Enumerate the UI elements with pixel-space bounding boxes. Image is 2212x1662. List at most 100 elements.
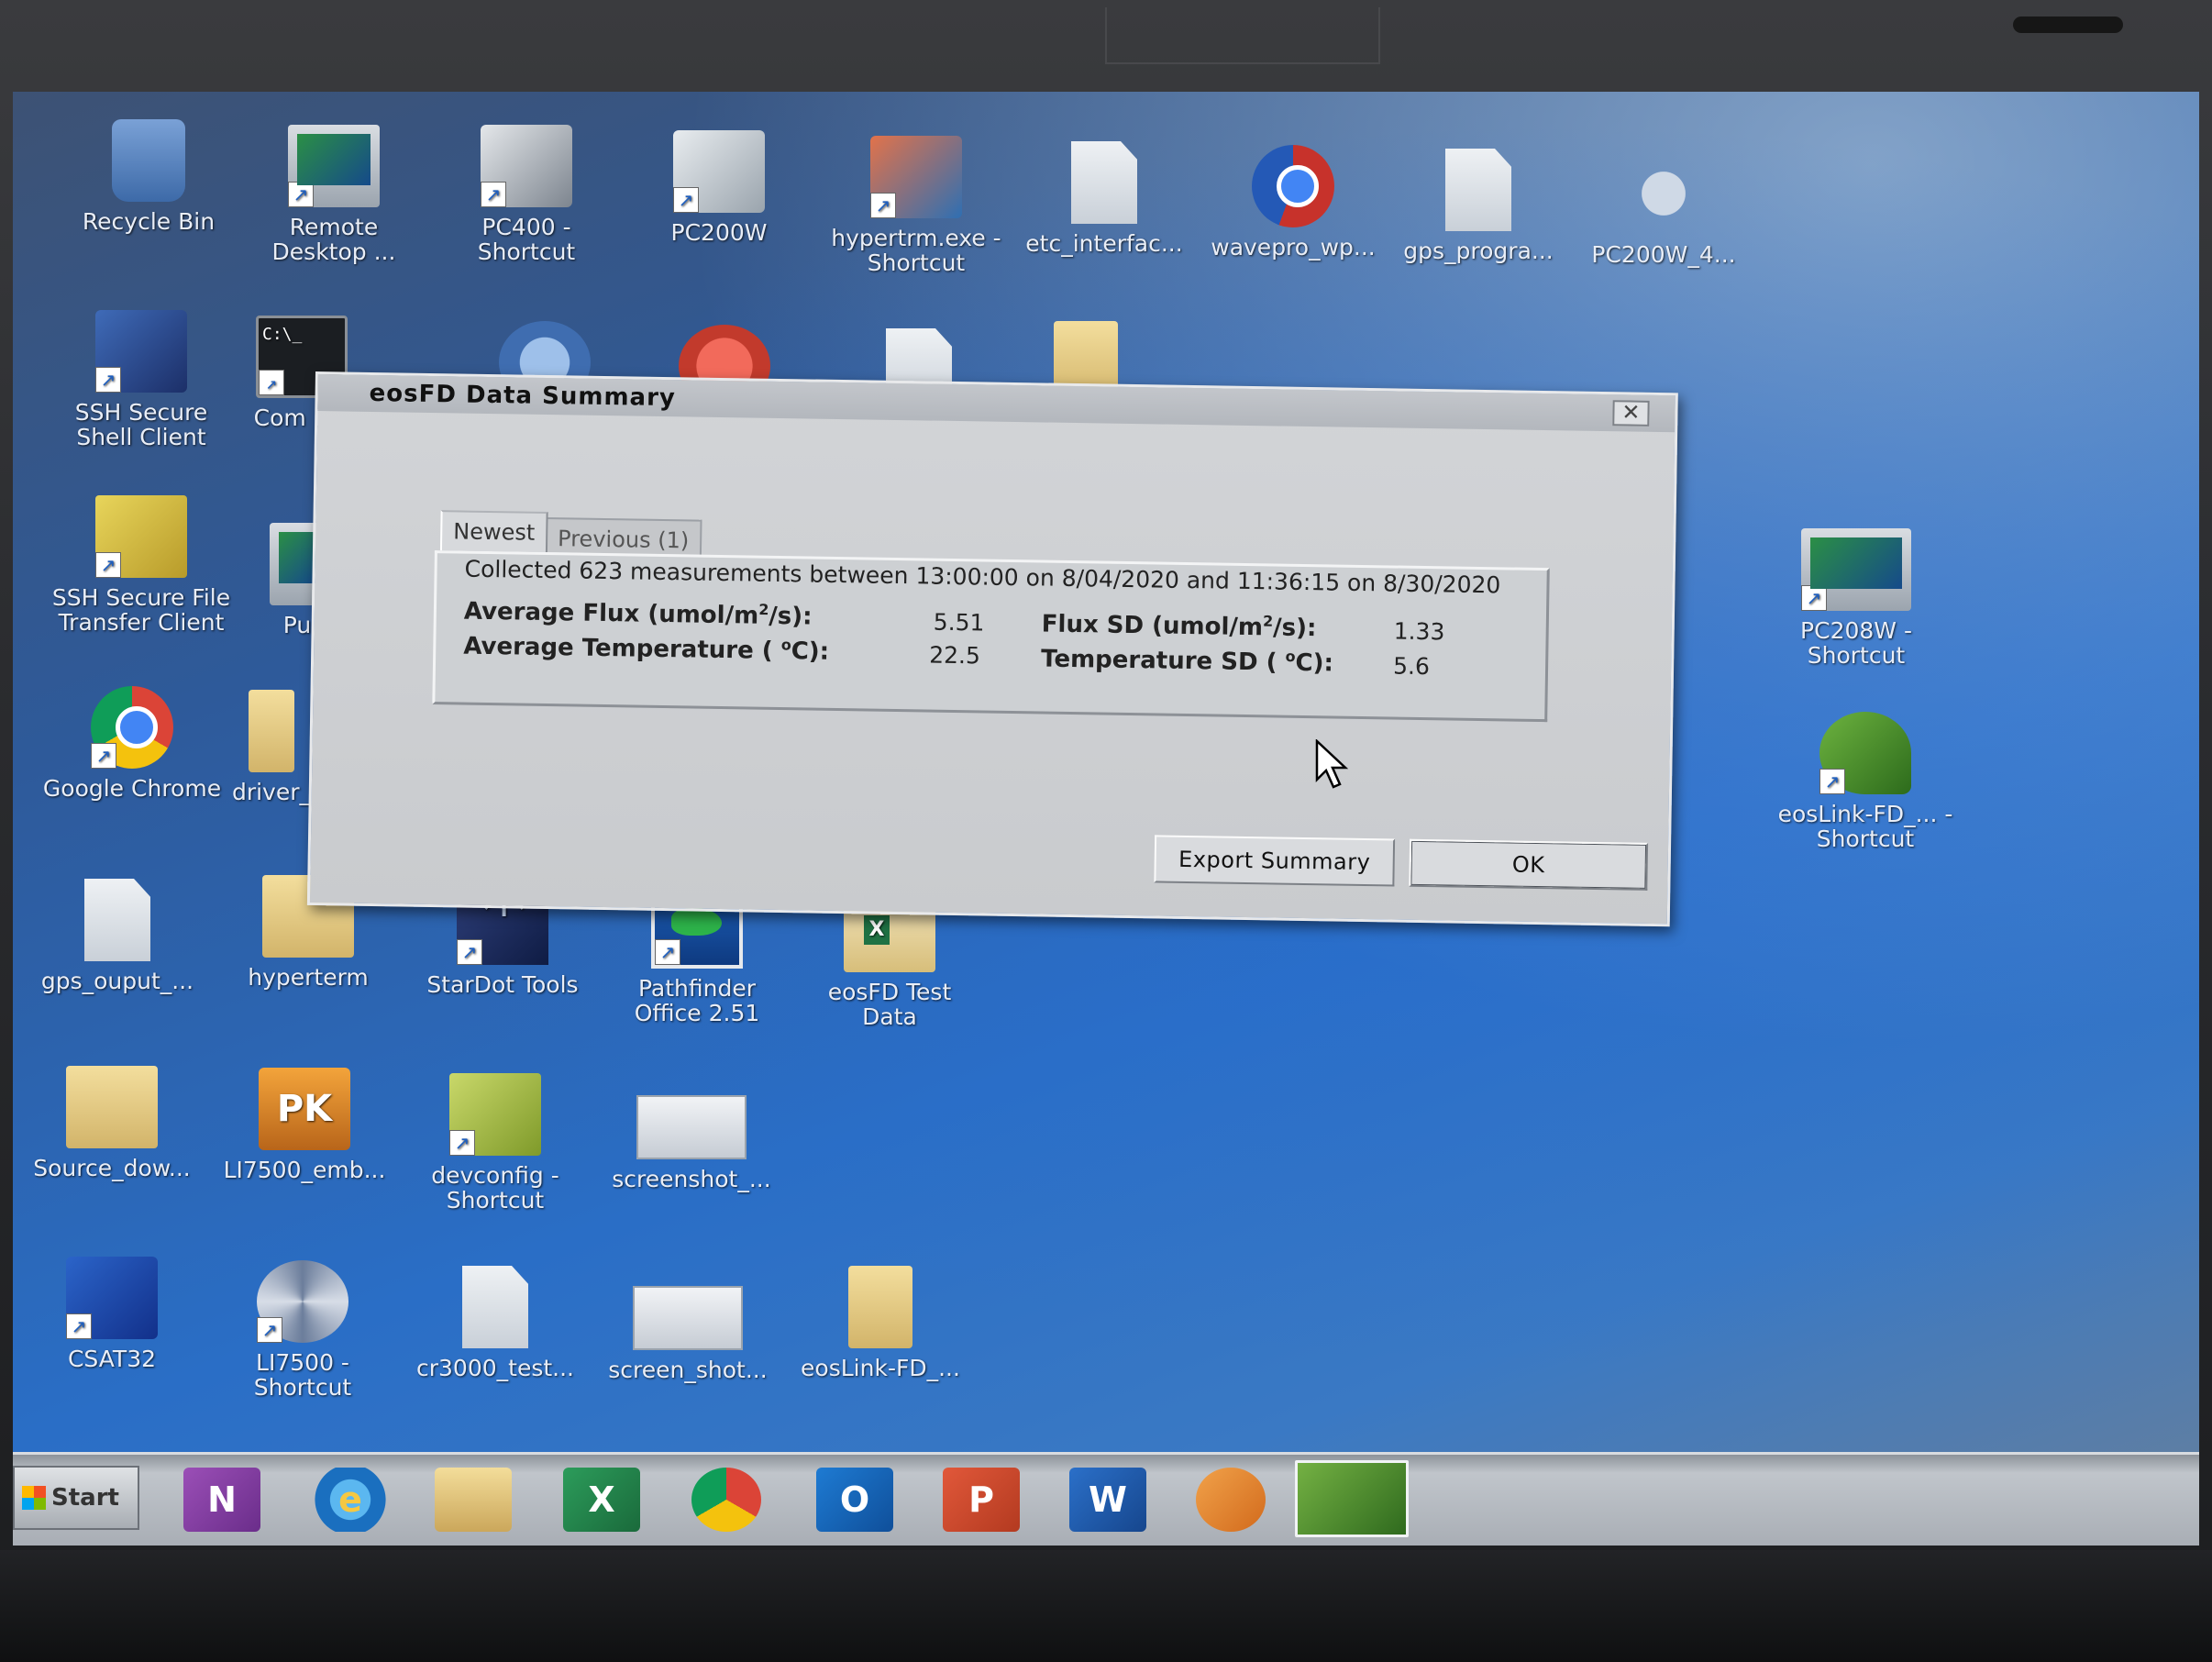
desktop-icon-pc200w-installer[interactable]: PC200W_4... xyxy=(1572,152,1755,267)
word-icon[interactable]: W xyxy=(1069,1468,1146,1532)
powerpoint-icon[interactable]: P xyxy=(943,1468,1020,1532)
csat32-icon: ↗ xyxy=(66,1257,158,1339)
desktop-icon-gps-program[interactable]: gps_progra... xyxy=(1387,149,1570,263)
ok-button[interactable]: OK xyxy=(1409,838,1649,891)
close-button[interactable]: ✕ xyxy=(1612,399,1650,427)
ssh-file-transfer-icon: ↗ xyxy=(95,495,187,578)
mouse-cursor-icon xyxy=(1315,739,1349,789)
desktop-icon-pc208w[interactable]: ↗ PC208W - Shortcut xyxy=(1764,528,1948,668)
icon-label: PC208W - Shortcut xyxy=(1800,617,1912,669)
start-label: Start xyxy=(51,1484,119,1512)
desktop-icon-eoslink-shortcut[interactable]: ↗ eosLink-FD_... - Shortcut xyxy=(1755,712,1975,851)
desktop-screen: Recycle Bin ↗ Remote Desktop ... ↗ PC400… xyxy=(13,92,2199,1546)
desktop-icon-screen-shot[interactable]: screen_shot... xyxy=(596,1268,780,1382)
desktop-icon-recycle-bin[interactable]: Recycle Bin xyxy=(57,119,240,234)
wavepro-icon xyxy=(1252,145,1334,227)
desktop-icon-cr3000-test[interactable]: cr3000_test... xyxy=(404,1266,587,1380)
media-player-icon[interactable] xyxy=(1196,1468,1266,1532)
desktop-icon-pc200w[interactable]: ↗ PC200W xyxy=(627,130,811,245)
folder-icon xyxy=(848,1266,912,1348)
hyperterminal-icon: ↗ xyxy=(870,136,962,218)
desktop-icon-driver[interactable]: driver_ xyxy=(226,690,317,804)
desktop-icon-li7500-embedded[interactable]: PK LI7500_emb... xyxy=(213,1068,396,1182)
windows-logo-icon xyxy=(22,1486,46,1510)
desktop-icon-remote-desktop[interactable]: ↗ Remote Desktop ... xyxy=(242,125,426,264)
pc208w-icon: ↗ xyxy=(1801,528,1911,611)
desktop-icon-ssh-client[interactable]: ↗ SSH Secure Shell Client xyxy=(50,310,233,449)
desktop-icon-google-chrome[interactable]: ↗ Google Chrome xyxy=(40,686,224,801)
screenshot-icon xyxy=(636,1095,747,1159)
folder-icon xyxy=(66,1066,158,1148)
outlook-icon[interactable]: O xyxy=(816,1468,893,1532)
bezel-slot xyxy=(2013,17,2123,33)
desktop-icon-ssh-file-transfer[interactable]: ↗ SSH Secure File Transfer Client xyxy=(31,495,251,635)
ssh-client-icon: ↗ xyxy=(95,310,187,393)
desktop-icon-csat32[interactable]: ↗ CSAT32 xyxy=(20,1257,204,1371)
flux-sd-value: 1.33 xyxy=(1393,617,1445,646)
export-summary-button[interactable]: Export Summary xyxy=(1154,835,1396,887)
pk-archive-icon: PK xyxy=(259,1068,350,1150)
icon-label: Recycle Bin xyxy=(82,208,216,235)
icon-label: LI7500 - Shortcut xyxy=(253,1349,352,1401)
eoslink-taskbar-icon[interactable] xyxy=(1295,1460,1409,1537)
taskbar: Start N e X O P W xyxy=(13,1452,2199,1546)
icon-label: StarDot Tools xyxy=(426,971,579,998)
icon-label: Google Chrome xyxy=(42,775,222,802)
icon-label: eosLink-FD_... xyxy=(801,1355,960,1381)
li7500-icon: ↗ xyxy=(257,1260,348,1343)
desktop-icon-pc400[interactable]: ↗ PC400 - Shortcut xyxy=(435,125,618,264)
desktop-icon-etc-interface[interactable]: etc_interfac... xyxy=(1012,141,1196,256)
desktop-icon-eoslink-folder[interactable]: eosLink-FD_... xyxy=(789,1266,972,1380)
flux-sd-label: Flux SD (umol/m2/s): xyxy=(1041,610,1317,643)
internet-explorer-icon[interactable]: e xyxy=(312,1468,389,1532)
icon-label: SSH Secure File Transfer Client xyxy=(51,584,231,636)
dialog-titlebar[interactable]: eosFD Data Summary ✕ xyxy=(317,374,1676,433)
summary-panel: Collected 623 measurements between 13:00… xyxy=(432,550,1550,723)
desktop-icon-li7500[interactable]: ↗ LI7500 - Shortcut xyxy=(211,1260,394,1400)
bezel-bottom xyxy=(0,1550,2212,1662)
icon-label: Pu xyxy=(282,612,312,638)
eoslink-icon: ↗ xyxy=(1819,712,1911,794)
close-icon: ✕ xyxy=(1621,399,1641,426)
collected-summary-text: Collected 623 measurements between 13:00… xyxy=(464,555,1501,599)
icon-label: LI7500_emb... xyxy=(223,1157,386,1183)
icon-label: gps_ouput_... xyxy=(40,968,194,994)
tab-newest[interactable]: Newest xyxy=(439,510,548,552)
pc200w-installer-icon xyxy=(1618,152,1709,235)
icon-label: PC200W xyxy=(670,219,768,246)
start-button[interactable]: Start xyxy=(13,1466,139,1530)
icon-label: Remote Desktop ... xyxy=(271,214,396,265)
tab-previous[interactable]: Previous (1) xyxy=(544,516,702,557)
folder-icon xyxy=(249,690,294,772)
icon-label: screenshot_... xyxy=(612,1166,771,1192)
desktop-icon-source-download[interactable]: Source_dow... xyxy=(20,1066,204,1180)
icon-label: CSAT32 xyxy=(67,1346,157,1372)
icon-label: cr3000_test... xyxy=(416,1355,574,1381)
document-icon xyxy=(462,1266,528,1348)
desktop-icon-screenshot[interactable]: screenshot_... xyxy=(600,1077,783,1191)
desktop-icon-hyperterminal[interactable]: ↗ hypertrm.exe - Shortcut xyxy=(811,136,1022,275)
document-icon xyxy=(1445,149,1511,231)
onenote-icon[interactable]: N xyxy=(183,1468,260,1532)
icon-label: hyperterm xyxy=(248,964,369,991)
icon-label: etc_interfac... xyxy=(1025,230,1183,257)
temperature-sd-value: 5.6 xyxy=(1392,652,1431,681)
icon-label: Pathfinder Office 2.51 xyxy=(634,975,760,1026)
icon-label: gps_progra... xyxy=(1403,238,1554,264)
desktop-icon-gps-output[interactable]: gps_ouput_... xyxy=(26,879,209,993)
explorer-folder-icon[interactable] xyxy=(435,1468,512,1532)
screenshot-icon xyxy=(633,1286,743,1350)
icon-label: eosFD Test Data xyxy=(827,979,952,1030)
excel-icon[interactable]: X xyxy=(563,1468,640,1532)
desktop-icon-wavepro[interactable]: wavepro_wp... xyxy=(1201,145,1385,260)
document-icon xyxy=(84,879,150,961)
temperature-sd-label: Temperature SD ( oC): xyxy=(1040,645,1334,678)
chrome-icon: ↗ xyxy=(91,686,173,769)
icon-label: hypertrm.exe - Shortcut xyxy=(831,225,1001,276)
remote-desktop-icon: ↗ xyxy=(288,125,380,207)
icon-label: devconfig - Shortcut xyxy=(431,1162,559,1213)
average-flux-value: 5.51 xyxy=(933,608,985,637)
desktop-icon-devconfig[interactable]: ↗ devconfig - Shortcut xyxy=(404,1073,587,1213)
chrome-taskbar-icon[interactable] xyxy=(691,1468,761,1532)
average-flux-label: Average Flux (umol/m2/s): xyxy=(463,597,813,631)
